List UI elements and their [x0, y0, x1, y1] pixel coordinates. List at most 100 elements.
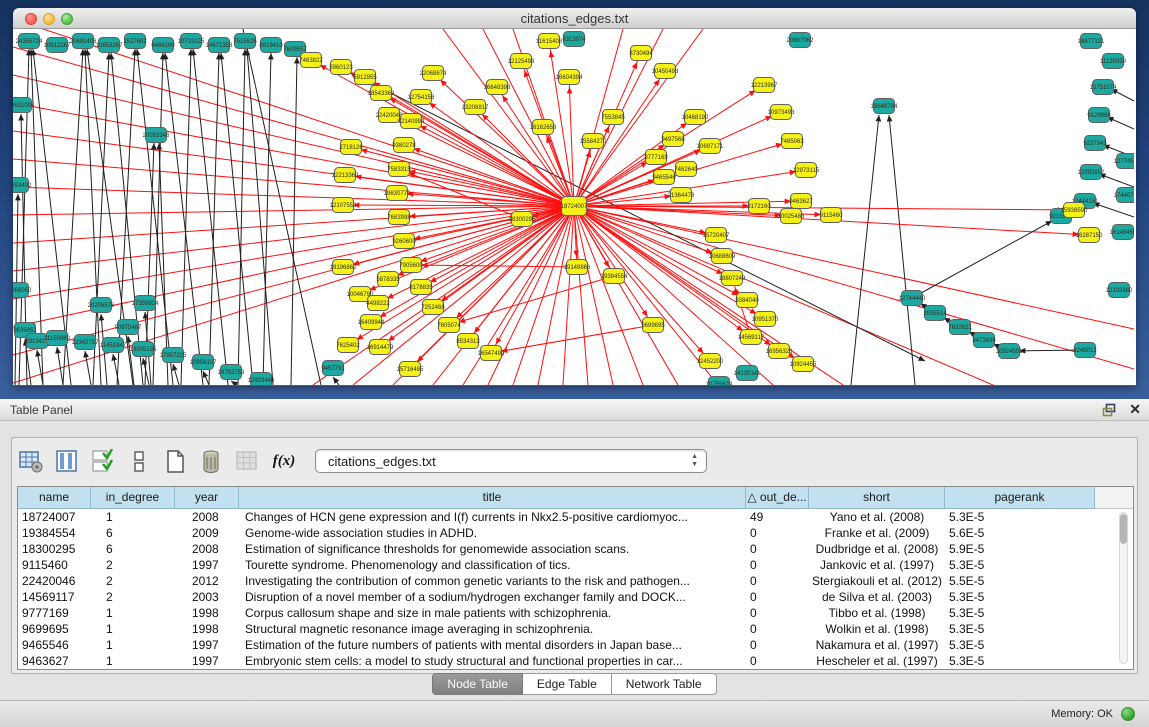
graph-node[interactable]: 16148450: [1110, 225, 1134, 240]
graph-node[interactable]: 18677121: [1078, 34, 1105, 49]
graph-node[interactable]: 4498222: [366, 296, 390, 311]
graph-node[interactable]: 15720407: [703, 228, 730, 243]
graph-node[interactable]: 7625402: [336, 338, 360, 353]
node-attribute-table[interactable]: namein_degreeyeartitle△ out_de...shortpa…: [17, 486, 1134, 670]
graph-node[interactable]: 10719125: [178, 34, 205, 49]
graph-node[interactable]: 17359924: [132, 296, 159, 311]
table-row[interactable]: 911546021997Tourette syndrome. Phenomeno…: [18, 557, 1133, 573]
graph-node[interactable]: 6466160: [151, 38, 175, 53]
scrollbar-thumb[interactable]: [1120, 514, 1127, 544]
graph-node[interactable]: 14671358: [206, 38, 233, 53]
graph-node[interactable]: 19384554: [601, 269, 628, 284]
graph-node[interactable]: 18300295: [509, 212, 536, 227]
graph-node[interactable]: 11156889: [44, 331, 70, 346]
table-row[interactable]: 969969511998Structural magnetic resonanc…: [18, 621, 1133, 637]
column-header-year[interactable]: year: [175, 487, 239, 509]
graph-node[interactable]: 9463627: [789, 194, 813, 209]
graph-node[interactable]: 12213369: [332, 168, 359, 183]
graph-node[interactable]: 11451947: [100, 338, 127, 353]
graph-node[interactable]: 9115460: [820, 208, 844, 223]
graph-node[interactable]: 12342757: [72, 335, 99, 350]
graph-node[interactable]: 2718126: [339, 140, 363, 155]
delete-table-icon[interactable]: [197, 447, 225, 475]
dropdown-stepper-icon[interactable]: ▲▼: [691, 453, 698, 469]
graph-node[interactable]: 9384040: [735, 293, 759, 308]
graph-node[interactable]: 19693492: [13, 178, 32, 193]
hub-node[interactable]: 18724007: [561, 197, 588, 216]
column-header-short[interactable]: short: [809, 487, 945, 509]
graph-node[interactable]: 16409944: [358, 315, 385, 330]
graph-node[interactable]: 16162658: [530, 120, 557, 135]
close-panel-icon[interactable]: ✕: [1129, 402, 1141, 417]
graph-node[interactable]: 10653267: [96, 38, 123, 53]
graph-node[interactable]: 14135141: [734, 366, 761, 381]
graph-node[interactable]: 15751074: [1090, 80, 1117, 95]
graph-node[interactable]: 10697171: [697, 139, 724, 154]
graph-node[interactable]: 12744440: [899, 291, 926, 306]
graph-node[interactable]: 20887062: [787, 33, 814, 48]
graph-node[interactable]: 12107553: [330, 198, 357, 213]
graph-node[interactable]: 19630770: [384, 186, 411, 201]
graph-node[interactable]: 21364478: [668, 188, 695, 203]
graph-node[interactable]: 9245012: [1073, 343, 1097, 358]
table-settings-icon[interactable]: [17, 447, 45, 475]
graph-node[interactable]: 20631004: [13, 98, 35, 113]
graph-node[interactable]: 9457791: [321, 361, 345, 376]
graph-node[interactable]: 16604394: [556, 70, 583, 85]
table-row[interactable]: 1938455462009Genome-wide association stu…: [18, 525, 1133, 541]
column-header-out_de[interactable]: △ out_de...: [746, 487, 809, 509]
table-row[interactable]: 2242004622012Investigating the contribut…: [18, 573, 1133, 589]
graph-node[interactable]: 10025488: [778, 209, 805, 224]
graph-node[interactable]: 12452200: [697, 354, 724, 369]
tab-network-table[interactable]: Network Table: [612, 673, 717, 695]
graph-node[interactable]: 7583315: [387, 162, 411, 177]
graph-node[interactable]: 16956320: [766, 344, 793, 359]
table-row[interactable]: 1456911722003Disruption of a novel membe…: [18, 589, 1133, 605]
graph-node[interactable]: 20053346: [143, 128, 170, 143]
graph-node[interactable]: 8178835: [409, 280, 433, 295]
graph-node[interactable]: 19149866: [564, 260, 591, 275]
graph-node[interactable]: 8730494: [629, 46, 653, 61]
network-window-titlebar[interactable]: citations_edges.txt: [13, 8, 1136, 29]
graph-node[interactable]: 7515526: [233, 34, 257, 49]
graph-node[interactable]: 20691406: [70, 34, 97, 49]
graph-node[interactable]: 12140994: [398, 114, 425, 129]
graph-node[interactable]: 7553845: [601, 110, 625, 125]
graph-node[interactable]: 16547490: [478, 346, 505, 361]
graph-node[interactable]: 15716485: [397, 362, 424, 377]
graph-node[interactable]: 11125059: [1100, 54, 1126, 69]
graph-node[interactable]: 9129966: [1087, 108, 1111, 123]
graph-node[interactable]: 10973493: [768, 105, 795, 120]
graph-node[interactable]: 7463822: [299, 53, 323, 68]
table-row[interactable]: 946554611997Estimation of the future num…: [18, 637, 1133, 653]
graph-node[interactable]: 10688609: [709, 249, 736, 264]
graph-node[interactable]: 5878335: [376, 272, 400, 287]
memory-ok-icon[interactable]: [1121, 707, 1135, 721]
graph-node[interactable]: 8473636: [972, 333, 996, 348]
column-header-pagerank[interactable]: pagerank: [945, 487, 1095, 509]
graph-node[interactable]: 2935514: [923, 306, 947, 321]
graph-node[interactable]: 16914479: [367, 340, 394, 355]
graph-node[interactable]: 10958107: [190, 355, 217, 370]
graph-node[interactable]: 5912955: [353, 70, 377, 85]
column-header-name[interactable]: name: [18, 487, 91, 509]
graph-node[interactable]: 8919410: [259, 38, 283, 53]
graph-node[interactable]: 10612267: [44, 38, 71, 53]
graph-node[interactable]: 10450493: [652, 64, 679, 79]
graph-node[interactable]: 12103360: [1106, 283, 1133, 298]
graph-node[interactable]: 12973115: [793, 163, 820, 178]
graph-node[interactable]: 9777169: [644, 150, 668, 165]
graph-node[interactable]: 12093852: [1078, 165, 1105, 180]
graph-node[interactable]: 17957225: [160, 348, 187, 363]
graph-node[interactable]: 7683998: [387, 210, 411, 225]
citation-network-graph[interactable]: 1872400724355724106122672069140610653267…: [13, 29, 1134, 385]
column-header-title[interactable]: title: [239, 487, 746, 509]
graph-node[interactable]: 8313074: [562, 32, 586, 47]
select-attributes-icon[interactable]: [89, 447, 117, 475]
graph-node[interactable]: 90975487: [115, 320, 142, 335]
graph-node[interactable]: 9497568: [661, 132, 685, 147]
graph-node[interactable]: 16287150: [1076, 228, 1103, 243]
graph-node[interactable]: 16648398: [484, 80, 511, 95]
graph-node[interactable]: 9260600: [392, 234, 416, 249]
column-header-in_degree[interactable]: in_degree: [91, 487, 175, 509]
